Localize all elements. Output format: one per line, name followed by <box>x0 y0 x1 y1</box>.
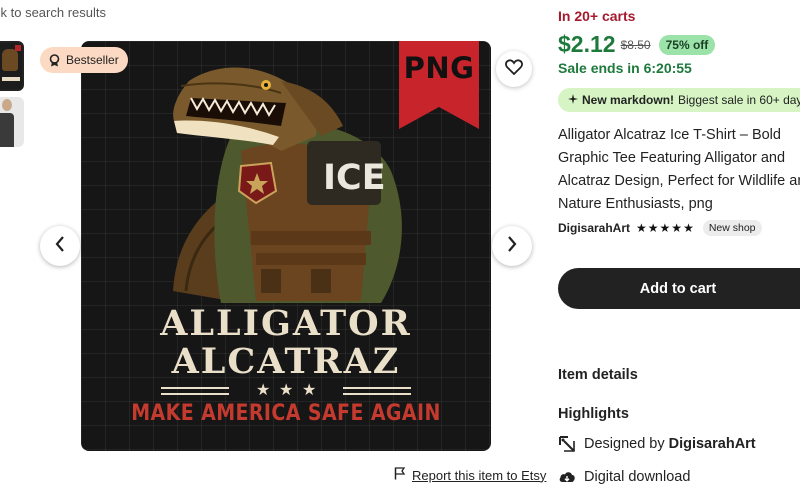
thumbnail-strip <box>0 41 24 153</box>
previous-image-button[interactable] <box>40 226 80 266</box>
chevron-left-icon <box>54 235 66 257</box>
thumbnail-model[interactable] <box>0 97 24 147</box>
markdown-banner: New markdown! Biggest sale in 60+ days <box>558 88 800 112</box>
next-image-button[interactable] <box>492 226 532 266</box>
bestseller-badge: Bestseller <box>40 47 128 73</box>
digital-download-row: Digital download <box>558 468 690 486</box>
item-details-heading[interactable]: Item details <box>558 367 638 383</box>
highlights-heading: Highlights <box>558 406 629 422</box>
thumbnail-design[interactable] <box>0 41 24 91</box>
vest-ice-text: ICE <box>323 158 386 198</box>
discount-badge: 75% off <box>658 34 716 55</box>
price-row: $2.12 $8.50 75% off <box>558 31 716 58</box>
listing-title: Alligator Alcatraz Ice T-Shirt – Bold Gr… <box>558 127 800 212</box>
sale-price: $2.12 <box>558 31 616 57</box>
original-price: $8.50 <box>620 37 651 52</box>
png-label: PNG <box>403 51 475 85</box>
png-ribbon: PNG <box>399 41 479 129</box>
designer-name-link[interactable]: DigisarahArt <box>669 436 756 452</box>
bestseller-medal-icon <box>48 53 61 67</box>
new-shop-badge: New shop <box>702 220 762 236</box>
rating-stars[interactable]: ★★★★★ <box>636 221 695 235</box>
download-icon <box>558 468 576 486</box>
product-image: PNG ICE ALLIGATOR ALCATRAZ ★ ★ ★ MAKE AM… <box>81 41 491 451</box>
divider-star: ★ <box>256 382 271 399</box>
shop-row: DigisarahArt ★★★★★ New shop <box>558 220 762 236</box>
shop-name-link[interactable]: DigisarahArt <box>558 221 630 235</box>
design-title-line1: ALLIGATOR <box>160 303 412 344</box>
favorite-button[interactable] <box>496 51 532 87</box>
heart-icon <box>505 58 523 80</box>
sale-countdown: Sale ends in 6:20:55 <box>558 60 692 76</box>
in-carts-text: In 20+ carts <box>558 8 636 24</box>
designer-icon <box>558 435 576 453</box>
divider-star: ★ <box>302 382 317 399</box>
divider-star: ★ <box>279 382 294 399</box>
sparkle-icon <box>568 93 578 107</box>
back-to-search-link[interactable]: ck to search results <box>0 5 106 20</box>
flag-icon <box>394 467 406 483</box>
designed-by-row: Designed by DigisarahArt <box>558 435 756 453</box>
add-to-cart-button[interactable]: Add to cart <box>558 268 800 309</box>
design-tagline: MAKE AMERICA SAFE AGAIN <box>131 400 441 426</box>
report-item-link[interactable]: Report this item to Etsy <box>394 467 546 483</box>
chevron-right-icon <box>506 235 518 257</box>
design-title-line2: ALCATRAZ <box>171 341 401 382</box>
